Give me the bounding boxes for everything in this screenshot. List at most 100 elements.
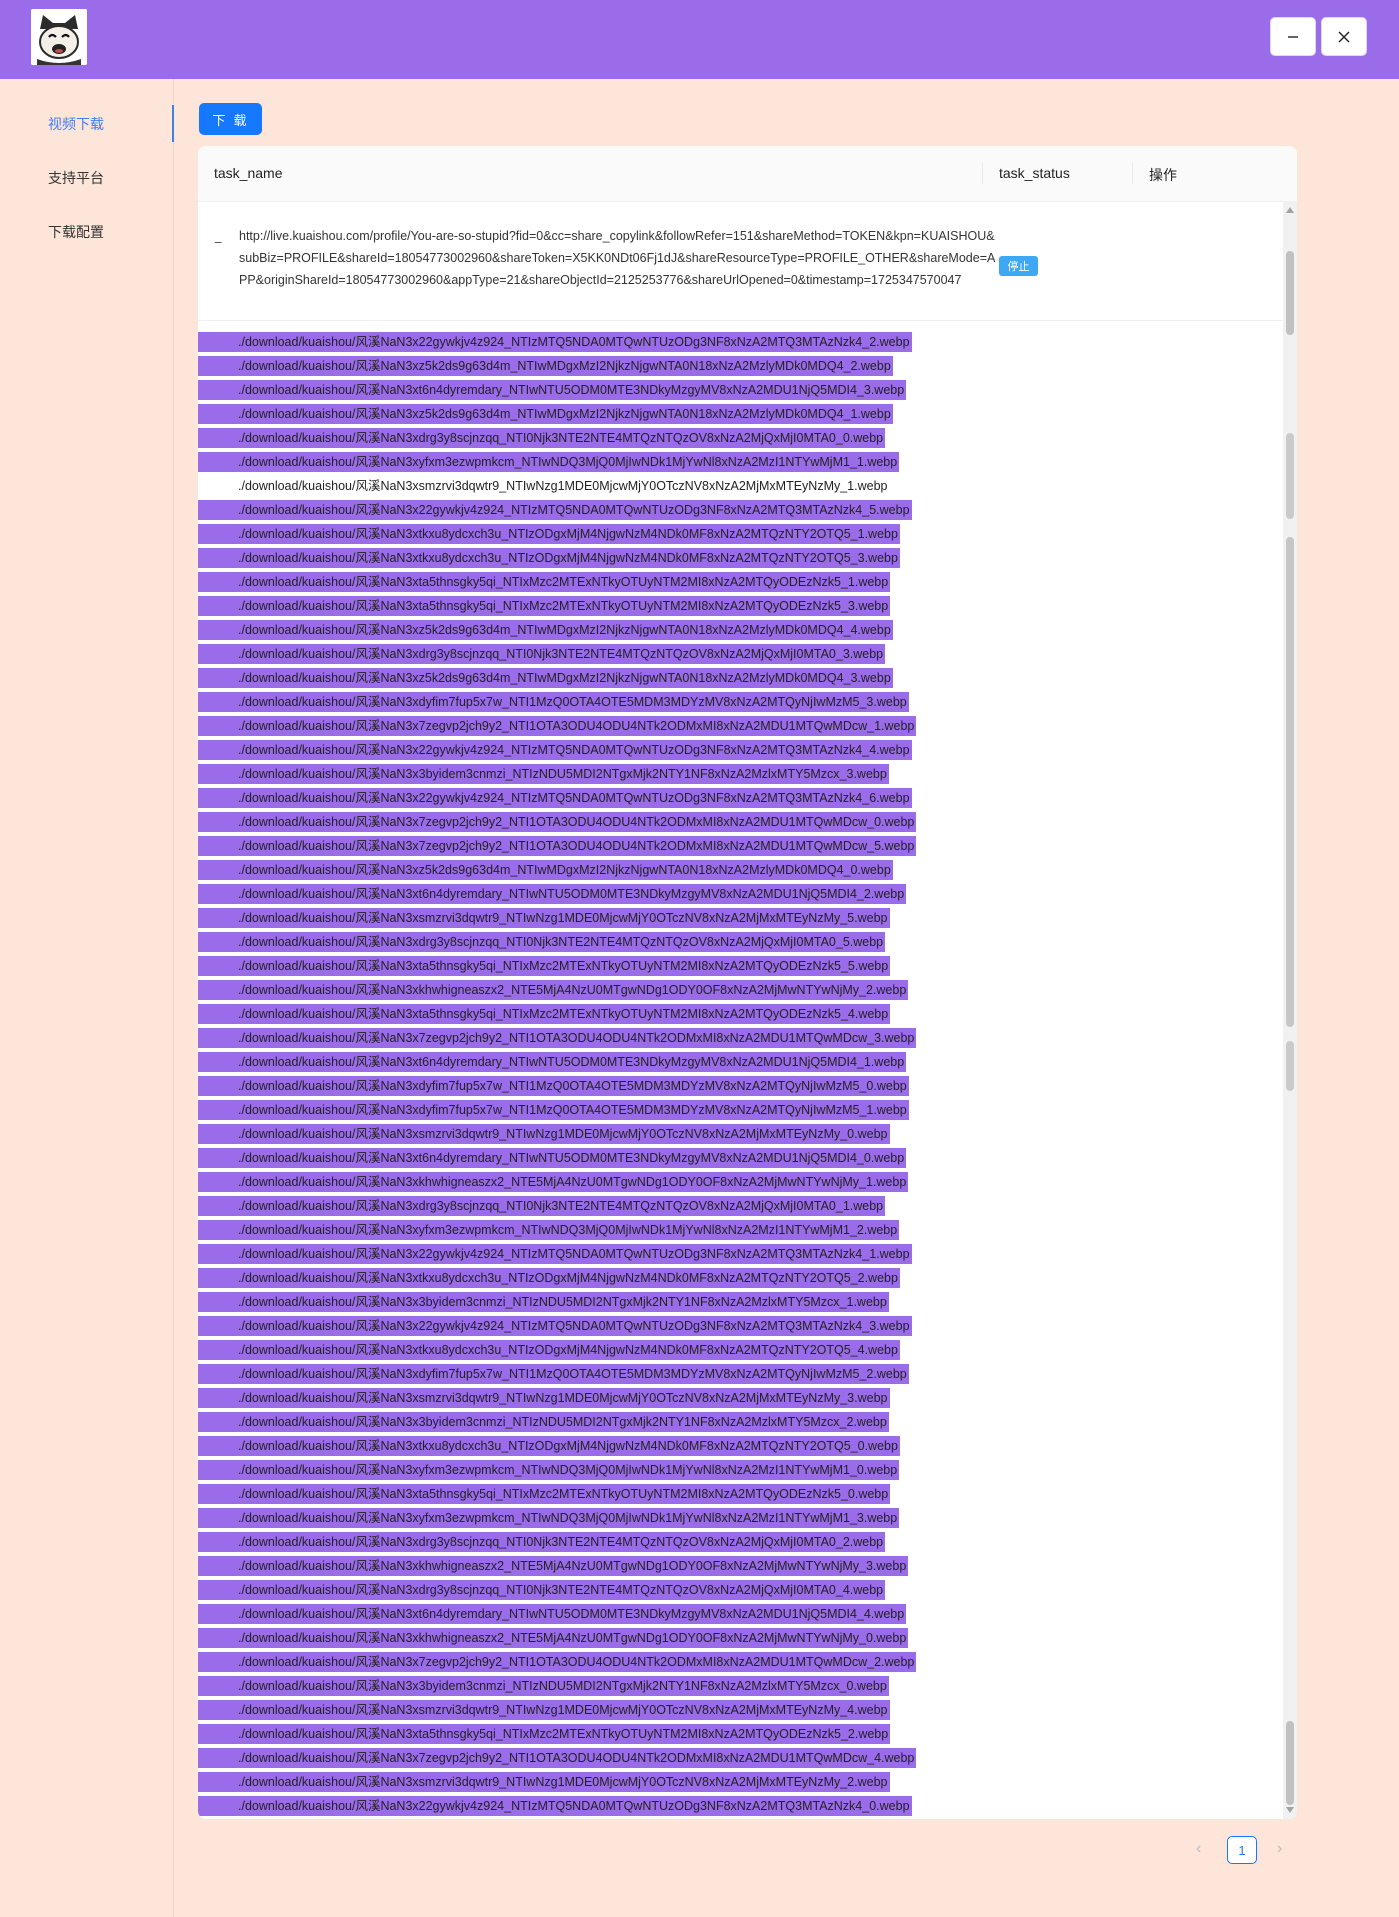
file-path: ./download/kuaishou/风溪NaN3xt6n4dyremdary…	[198, 1604, 907, 1624]
scroll-down-arrow-icon[interactable]	[1286, 1807, 1294, 1813]
download-button[interactable]: 下 载	[199, 103, 262, 135]
list-item[interactable]: ./download/kuaishou/风溪NaN3x7zegvp2jch9y2…	[198, 1748, 1283, 1772]
list-item[interactable]: ./download/kuaishou/风溪NaN3xta5thnsgky5qi…	[198, 1484, 1283, 1508]
file-path: ./download/kuaishou/风溪NaN3xdrg3y8scjnzqq…	[198, 1532, 886, 1552]
close-button[interactable]	[1321, 17, 1367, 56]
file-path: ./download/kuaishou/风溪NaN3xz5k2ds9g63d4m…	[198, 668, 893, 688]
sidebar-item-download-config[interactable]: 下载配置	[48, 222, 104, 242]
list-item[interactable]: ./download/kuaishou/风溪NaN3xt6n4dyremdary…	[198, 1148, 1283, 1172]
list-item[interactable]: ./download/kuaishou/风溪NaN3x22gywkjv4z924…	[198, 1796, 1283, 1819]
list-item[interactable]: ./download/kuaishou/风溪NaN3x7zegvp2jch9y2…	[198, 836, 1283, 860]
list-item[interactable]: ./download/kuaishou/风溪NaN3x7zegvp2jch9y2…	[198, 716, 1283, 740]
list-item[interactable]: ./download/kuaishou/风溪NaN3xtkxu8ydcxch3u…	[198, 524, 1283, 548]
list-item[interactable]: ./download/kuaishou/风溪NaN3xsmzrvi3dqwtr9…	[198, 1388, 1283, 1412]
table-row[interactable]: − http://live.kuaishou.com/profile/You-a…	[198, 210, 1283, 321]
list-item[interactable]: ./download/kuaishou/风溪NaN3xkhwhigneaszx2…	[198, 1628, 1283, 1652]
list-item[interactable]: ./download/kuaishou/风溪NaN3x7zegvp2jch9y2…	[198, 1028, 1283, 1052]
file-path: ./download/kuaishou/风溪NaN3xyfxm3ezwpmkcm…	[198, 1220, 900, 1240]
list-item[interactable]: ./download/kuaishou/风溪NaN3x3byidem3cnmzi…	[198, 1292, 1283, 1316]
list-item[interactable]: ./download/kuaishou/风溪NaN3xdrg3y8scjnzqq…	[198, 932, 1283, 956]
scrollbar-thumb[interactable]	[1286, 537, 1294, 1027]
list-item[interactable]: ./download/kuaishou/风溪NaN3xdrg3y8scjnzqq…	[198, 1580, 1283, 1604]
list-item[interactable]: ./download/kuaishou/风溪NaN3x3byidem3cnmzi…	[198, 1676, 1283, 1700]
list-item[interactable]: ./download/kuaishou/风溪NaN3xsmzrvi3dqwtr9…	[198, 1124, 1283, 1148]
list-item[interactable]: ./download/kuaishou/风溪NaN3xz5k2ds9g63d4m…	[198, 668, 1283, 692]
list-item[interactable]: ./download/kuaishou/风溪NaN3xyfxm3ezwpmkcm…	[198, 1220, 1283, 1244]
list-item[interactable]: ./download/kuaishou/风溪NaN3xtkxu8ydcxch3u…	[198, 1436, 1283, 1460]
list-item[interactable]: ./download/kuaishou/风溪NaN3xdyfim7fup5x7w…	[198, 1364, 1283, 1388]
list-item[interactable]: ./download/kuaishou/风溪NaN3xta5thnsgky5qi…	[198, 1004, 1283, 1028]
list-item[interactable]: ./download/kuaishou/风溪NaN3xtkxu8ydcxch3u…	[198, 1268, 1283, 1292]
list-item[interactable]: ./download/kuaishou/风溪NaN3xz5k2ds9g63d4m…	[198, 356, 1283, 380]
list-item[interactable]: ./download/kuaishou/风溪NaN3x22gywkjv4z924…	[198, 332, 1283, 356]
list-item[interactable]: ./download/kuaishou/风溪NaN3xdrg3y8scjnzqq…	[198, 428, 1283, 452]
list-item[interactable]: ./download/kuaishou/风溪NaN3xsmzrvi3dqwtr9…	[198, 908, 1283, 932]
scrollbar-thumb[interactable]	[1286, 251, 1294, 335]
file-path: ./download/kuaishou/风溪NaN3xt6n4dyremdary…	[198, 884, 907, 904]
scroll-up-arrow-icon[interactable]	[1286, 207, 1294, 213]
minimize-button[interactable]	[1270, 17, 1316, 56]
list-item[interactable]: ./download/kuaishou/风溪NaN3xkhwhigneaszx2…	[198, 980, 1283, 1004]
vertical-scrollbar[interactable]	[1283, 201, 1297, 1819]
list-item[interactable]: ./download/kuaishou/风溪NaN3xdrg3y8scjnzqq…	[198, 644, 1283, 668]
file-path: ./download/kuaishou/风溪NaN3x22gywkjv4z924…	[198, 1244, 912, 1264]
list-item[interactable]: ./download/kuaishou/风溪NaN3x22gywkjv4z924…	[198, 500, 1283, 524]
collapse-icon[interactable]: −	[214, 234, 222, 250]
file-path: ./download/kuaishou/风溪NaN3xsmzrvi3dqwtr9…	[198, 1124, 890, 1144]
scrollbar-thumb[interactable]	[1286, 1041, 1294, 1091]
file-path: ./download/kuaishou/风溪NaN3xdrg3y8scjnzqq…	[198, 1196, 886, 1216]
list-item[interactable]: ./download/kuaishou/风溪NaN3x22gywkjv4z924…	[198, 1244, 1283, 1268]
file-path: ./download/kuaishou/风溪NaN3xta5thnsgky5qi…	[198, 1724, 891, 1744]
scrollbar-thumb[interactable]	[1286, 1721, 1294, 1805]
file-path: ./download/kuaishou/风溪NaN3xtkxu8ydcxch3u…	[198, 1436, 900, 1456]
list-item[interactable]: ./download/kuaishou/风溪NaN3xtkxu8ydcxch3u…	[198, 1340, 1283, 1364]
list-item[interactable]: ./download/kuaishou/风溪NaN3xdrg3y8scjnzqq…	[198, 1532, 1283, 1556]
list-item[interactable]: ./download/kuaishou/风溪NaN3xdrg3y8scjnzqq…	[198, 1196, 1283, 1220]
list-item[interactable]: ./download/kuaishou/风溪NaN3x22gywkjv4z924…	[198, 740, 1283, 764]
file-path: ./download/kuaishou/风溪NaN3xsmzrvi3dqwtr9…	[198, 1772, 890, 1792]
scrollbar-thumb[interactable]	[1286, 433, 1294, 519]
task-url: http://live.kuaishou.com/profile/You-are…	[239, 229, 996, 287]
list-item[interactable]: ./download/kuaishou/风溪NaN3xt6n4dyremdary…	[198, 884, 1283, 908]
file-path: ./download/kuaishou/风溪NaN3x3byidem3cnmzi…	[198, 1292, 889, 1312]
sidebar-item-video-download[interactable]: 视频下载	[48, 114, 104, 134]
page-number-button[interactable]: 1	[1227, 1836, 1257, 1864]
list-item[interactable]: ./download/kuaishou/风溪NaN3xkhwhigneaszx2…	[198, 1556, 1283, 1580]
next-page-button[interactable]: ›	[1277, 1840, 1282, 1858]
list-item[interactable]: ./download/kuaishou/风溪NaN3x3byidem3cnmzi…	[198, 1412, 1283, 1436]
list-item[interactable]: ./download/kuaishou/风溪NaN3xdyfim7fup5x7w…	[198, 1100, 1283, 1124]
list-item[interactable]: ./download/kuaishou/风溪NaN3xsmzrvi3dqwtr9…	[198, 1700, 1283, 1724]
list-item[interactable]: ./download/kuaishou/风溪NaN3xdyfim7fup5x7w…	[198, 1076, 1283, 1100]
list-item[interactable]: ./download/kuaishou/风溪NaN3xt6n4dyremdary…	[198, 1604, 1283, 1628]
list-item[interactable]: ./download/kuaishou/风溪NaN3x7zegvp2jch9y2…	[198, 812, 1283, 836]
status-badge: 停止	[999, 256, 1038, 276]
list-item[interactable]: ./download/kuaishou/风溪NaN3xdyfim7fup5x7w…	[198, 692, 1283, 716]
column-header-actions: 操作	[1149, 167, 1177, 183]
column-header-task-name[interactable]: task_name	[214, 165, 282, 181]
list-item[interactable]: ./download/kuaishou/风溪NaN3xyfxm3ezwpmkcm…	[198, 452, 1283, 476]
file-path: ./download/kuaishou/风溪NaN3xta5thnsgky5qi…	[198, 956, 891, 976]
list-item[interactable]: ./download/kuaishou/风溪NaN3xsmzrvi3dqwtr9…	[198, 476, 1283, 500]
list-item[interactable]: ./download/kuaishou/风溪NaN3xta5thnsgky5qi…	[198, 1724, 1283, 1748]
list-item[interactable]: ./download/kuaishou/风溪NaN3xz5k2ds9g63d4m…	[198, 860, 1283, 884]
list-item[interactable]: ./download/kuaishou/风溪NaN3xz5k2ds9g63d4m…	[198, 620, 1283, 644]
list-item[interactable]: ./download/kuaishou/风溪NaN3xtkxu8ydcxch3u…	[198, 548, 1283, 572]
column-header-task-status[interactable]: task_status	[999, 165, 1070, 181]
list-item[interactable]: ./download/kuaishou/风溪NaN3x22gywkjv4z924…	[198, 788, 1283, 812]
list-item[interactable]: ./download/kuaishou/风溪NaN3xyfxm3ezwpmkcm…	[198, 1460, 1283, 1484]
list-item[interactable]: ./download/kuaishou/风溪NaN3x7zegvp2jch9y2…	[198, 1652, 1283, 1676]
list-item[interactable]: ./download/kuaishou/风溪NaN3xsmzrvi3dqwtr9…	[198, 1772, 1283, 1796]
prev-page-button[interactable]: ‹	[1196, 1840, 1201, 1858]
minimize-icon	[1288, 35, 1298, 38]
list-item[interactable]: ./download/kuaishou/风溪NaN3xyfxm3ezwpmkcm…	[198, 1508, 1283, 1532]
list-item[interactable]: ./download/kuaishou/风溪NaN3xz5k2ds9g63d4m…	[198, 404, 1283, 428]
list-item[interactable]: ./download/kuaishou/风溪NaN3xkhwhigneaszx2…	[198, 1172, 1283, 1196]
list-item[interactable]: ./download/kuaishou/风溪NaN3xta5thnsgky5qi…	[198, 956, 1283, 980]
list-item[interactable]: ./download/kuaishou/风溪NaN3x22gywkjv4z924…	[198, 1316, 1283, 1340]
list-item[interactable]: ./download/kuaishou/风溪NaN3xt6n4dyremdary…	[198, 1052, 1283, 1076]
list-item[interactable]: ./download/kuaishou/风溪NaN3x3byidem3cnmzi…	[198, 764, 1283, 788]
sidebar-item-supported-platforms[interactable]: 支持平台	[48, 168, 104, 188]
list-item[interactable]: ./download/kuaishou/风溪NaN3xt6n4dyremdary…	[198, 380, 1283, 404]
list-item[interactable]: ./download/kuaishou/风溪NaN3xta5thnsgky5qi…	[198, 572, 1283, 596]
list-item[interactable]: ./download/kuaishou/风溪NaN3xta5thnsgky5qi…	[198, 596, 1283, 620]
